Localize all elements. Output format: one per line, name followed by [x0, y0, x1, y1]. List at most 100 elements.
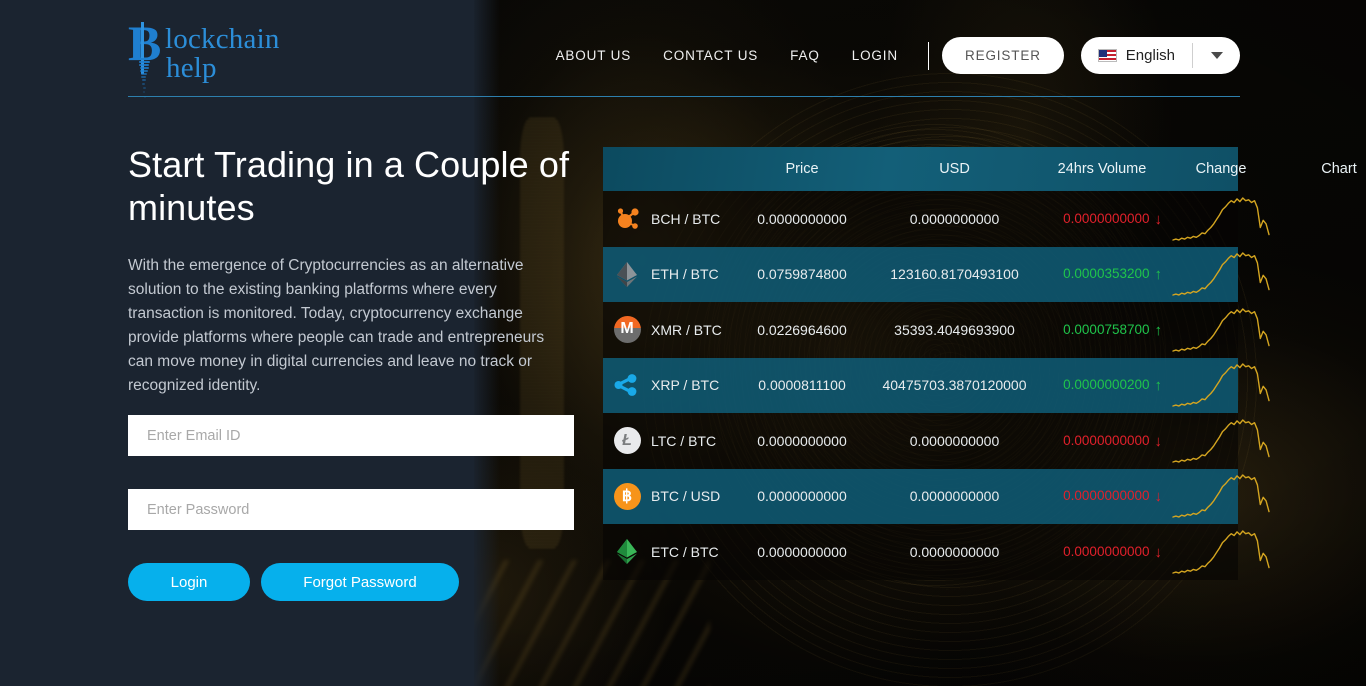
cell-pair: BTC / USD [651, 488, 721, 505]
change-value: 0.0000758700 [1063, 321, 1150, 337]
price-trend-sparkline [1172, 419, 1270, 463]
cell-chart [1162, 473, 1280, 519]
change-value: 0.0000353200 [1063, 266, 1150, 282]
header-divider-rule [128, 96, 1240, 97]
market-table-body: BCH / BTC 0.0000000000 0.0000000000 0.00000… [603, 191, 1270, 580]
language-selector[interactable]: English [1080, 37, 1240, 74]
table-row[interactable]: M XMR / BTC 0.0226964600 35393.4049693900 0.… [603, 302, 1270, 358]
price-trend-sparkline [1172, 530, 1270, 574]
col-header-change: Change [1195, 161, 1247, 177]
price-trend-sparkline [1172, 363, 1270, 407]
cell-chart [1162, 362, 1280, 408]
arrow-down-icon: ↓ [1154, 543, 1163, 561]
col-header-chart: Chart [1321, 161, 1357, 177]
nav-item-faq[interactable]: FAQ [774, 42, 836, 69]
cell-chart [1162, 196, 1280, 242]
arrow-down-icon: ↓ [1154, 488, 1163, 506]
cell-chart [1162, 251, 1280, 297]
nav-divider [927, 41, 929, 70]
cell-change: 0.0000758700 ↑ [1042, 322, 1162, 338]
cell-coin-icon: ฿ [603, 482, 651, 510]
cell-coin-icon: M [603, 316, 651, 344]
col-header-volume: 24hrs Volume [1057, 161, 1147, 177]
language-label: English [1125, 47, 1175, 64]
cell-pair: XMR / BTC [651, 321, 722, 338]
cell-price: 0.0000811100 [758, 377, 846, 394]
col-header-usd: USD [939, 161, 970, 177]
logo-dissolve-pixels [134, 58, 160, 104]
change-value: 0.0000000000 [1063, 543, 1150, 559]
change-value: 0.0000000000 [1063, 432, 1150, 448]
cell-volume: 40475703.3870120000 [882, 377, 1027, 394]
cell-pair: ETH / BTC [651, 266, 719, 283]
email-field[interactable] [128, 415, 574, 456]
language-selector-value[interactable]: English [1081, 37, 1192, 74]
password-field[interactable] [128, 489, 574, 530]
market-table-header: Price USD 24hrs Volume Change Chart [603, 147, 1357, 191]
cell-volume: 35393.4049693900 [894, 321, 1015, 338]
cell-price: 0.0000000000 [757, 210, 847, 227]
register-button[interactable]: REGISTER [941, 37, 1064, 74]
bch-icon [614, 205, 641, 232]
change-value: 0.0000000000 [1063, 488, 1150, 504]
cell-volume: 0.0000000000 [909, 432, 1000, 449]
auth-button-row: Login Forgot Password [128, 563, 459, 601]
nav-item-contact-us[interactable]: CONTACT US [647, 42, 774, 69]
cell-price: 0.0000000000 [757, 432, 847, 449]
table-row[interactable]: BCH / BTC 0.0000000000 0.0000000000 0.00000… [603, 191, 1270, 247]
cell-coin-icon [603, 372, 651, 399]
page-root: B lockchain help ABOUT US CONTACT US FAQ… [0, 0, 1366, 686]
cell-chart [1162, 418, 1280, 464]
page-title: Start Trading in a Couple of minutes [128, 144, 570, 228]
arrow-up-icon: ↑ [1154, 266, 1163, 284]
brand-logo[interactable]: B lockchain help [128, 18, 368, 98]
language-dropdown-toggle[interactable] [1193, 37, 1240, 74]
cell-coin-icon [603, 205, 651, 232]
login-button[interactable]: Login [128, 563, 250, 601]
cell-volume: 0.0000000000 [909, 543, 1000, 560]
cell-volume: 0.0000000000 [909, 488, 1000, 505]
cell-change: 0.0000000000 ↓ [1042, 544, 1162, 560]
nav-item-about-us[interactable]: ABOUT US [540, 42, 648, 69]
cell-pair: BCH / BTC [651, 210, 721, 227]
cell-coin-icon [603, 261, 651, 288]
main-navigation: ABOUT US CONTACT US FAQ LOGIN REGISTER E… [540, 37, 1240, 74]
arrow-down-icon: ↓ [1154, 432, 1163, 450]
cell-change: 0.0000000000 ↓ [1042, 433, 1162, 449]
hero-section: Start Trading in a Couple of minutes Wit… [128, 143, 580, 601]
nav-item-login[interactable]: LOGIN [836, 42, 914, 69]
cell-chart [1162, 529, 1280, 575]
cell-volume: 0.0000000000 [909, 210, 1000, 227]
table-row[interactable]: XRP / BTC 0.0000811100 40475703.3870120000… [603, 357, 1270, 413]
cell-price: 0.0226964600 [757, 321, 847, 338]
cell-price: 0.0000000000 [757, 543, 847, 560]
arrow-down-icon: ↓ [1154, 210, 1163, 228]
forgot-password-button[interactable]: Forgot Password [261, 563, 459, 601]
cell-change: 0.0000000200 ↑ [1042, 377, 1162, 393]
etc-icon [614, 538, 641, 565]
table-row[interactable]: Ł LTC / BTC 0.0000000000 0.0000000000 0.0000… [603, 413, 1270, 469]
arrow-up-icon: ↑ [1154, 377, 1163, 395]
arrow-up-icon: ↑ [1154, 321, 1163, 339]
cell-change: 0.0000000000 ↓ [1042, 488, 1162, 504]
cell-coin-icon [603, 538, 651, 565]
cell-pair: ETC / BTC [651, 543, 719, 560]
btc-icon: ฿ [613, 482, 641, 510]
change-value: 0.0000000000 [1063, 210, 1150, 226]
price-trend-sparkline [1172, 474, 1270, 518]
logo-text-line2: help [166, 52, 217, 84]
price-trend-sparkline [1172, 197, 1270, 241]
hero-paragraph: With the emergence of Cryptocurrencies a… [128, 257, 545, 394]
price-trend-sparkline [1172, 308, 1270, 352]
cell-volume: 123160.8170493100 [890, 266, 1019, 283]
us-flag-icon [1097, 49, 1117, 62]
table-row[interactable]: ETH / BTC 0.0759874800 123160.8170493100 0.… [603, 246, 1270, 302]
cell-price: 0.0759874800 [757, 266, 847, 283]
xmr-icon: M [613, 316, 641, 344]
xrp-icon [614, 372, 641, 399]
table-row[interactable]: ฿ BTC / USD 0.0000000000 0.0000000000 0.0000… [603, 468, 1270, 524]
table-row[interactable]: ETC / BTC 0.0000000000 0.0000000000 0.00000… [603, 524, 1270, 580]
eth-icon [614, 261, 641, 288]
cell-pair: XRP / BTC [651, 377, 720, 394]
cell-coin-icon: Ł [603, 427, 651, 455]
